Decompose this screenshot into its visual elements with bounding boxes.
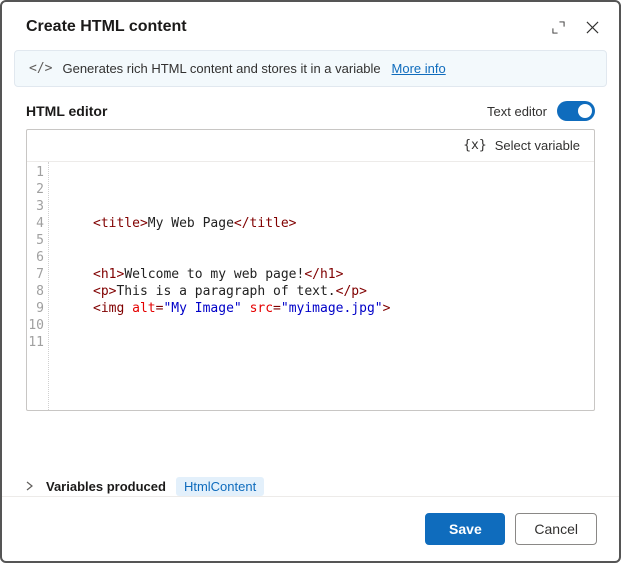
- variables-label: Variables produced: [46, 479, 166, 494]
- chevron-right-icon: [26, 479, 36, 494]
- save-button[interactable]: Save: [425, 513, 505, 545]
- info-text: Generates rich HTML content and stores i…: [62, 61, 445, 76]
- select-variable-button[interactable]: Select variable: [495, 138, 580, 153]
- close-icon[interactable]: [585, 20, 599, 34]
- dialog-header: Create HTML content: [2, 2, 619, 50]
- text-editor-toggle[interactable]: [557, 101, 595, 121]
- editor-section: HTML editor Text editor {x} Select varia…: [2, 101, 619, 463]
- expand-icon[interactable]: [551, 20, 565, 34]
- editor-toolbar: {x} Select variable: [27, 130, 594, 162]
- cancel-button[interactable]: Cancel: [515, 513, 597, 545]
- code-icon: </>: [29, 61, 52, 76]
- variable-pill[interactable]: HtmlContent: [176, 477, 264, 496]
- dialog-title: Create HTML content: [26, 18, 551, 36]
- code-lines[interactable]: <title>My Web Page</title> <h1>Welcome t…: [49, 162, 594, 410]
- info-bar: </> Generates rich HTML content and stor…: [14, 50, 607, 87]
- code-editor: {x} Select variable 1234567891011 <title…: [26, 129, 595, 411]
- editor-label: HTML editor: [26, 103, 487, 119]
- dialog: Create HTML content </> Generates rich H…: [0, 0, 621, 563]
- header-icons: [551, 20, 599, 34]
- dialog-footer: Save Cancel: [2, 496, 619, 561]
- line-gutter: 1234567891011: [27, 162, 49, 410]
- code-area[interactable]: 1234567891011 <title>My Web Page</title>…: [27, 162, 594, 410]
- toggle-label: Text editor: [487, 104, 547, 119]
- editor-head: HTML editor Text editor: [26, 101, 595, 121]
- variables-row[interactable]: Variables produced HtmlContent: [26, 477, 595, 496]
- info-text-content: Generates rich HTML content and stores i…: [62, 61, 380, 76]
- more-info-link[interactable]: More info: [392, 61, 446, 76]
- variable-icon: {x}: [463, 138, 486, 153]
